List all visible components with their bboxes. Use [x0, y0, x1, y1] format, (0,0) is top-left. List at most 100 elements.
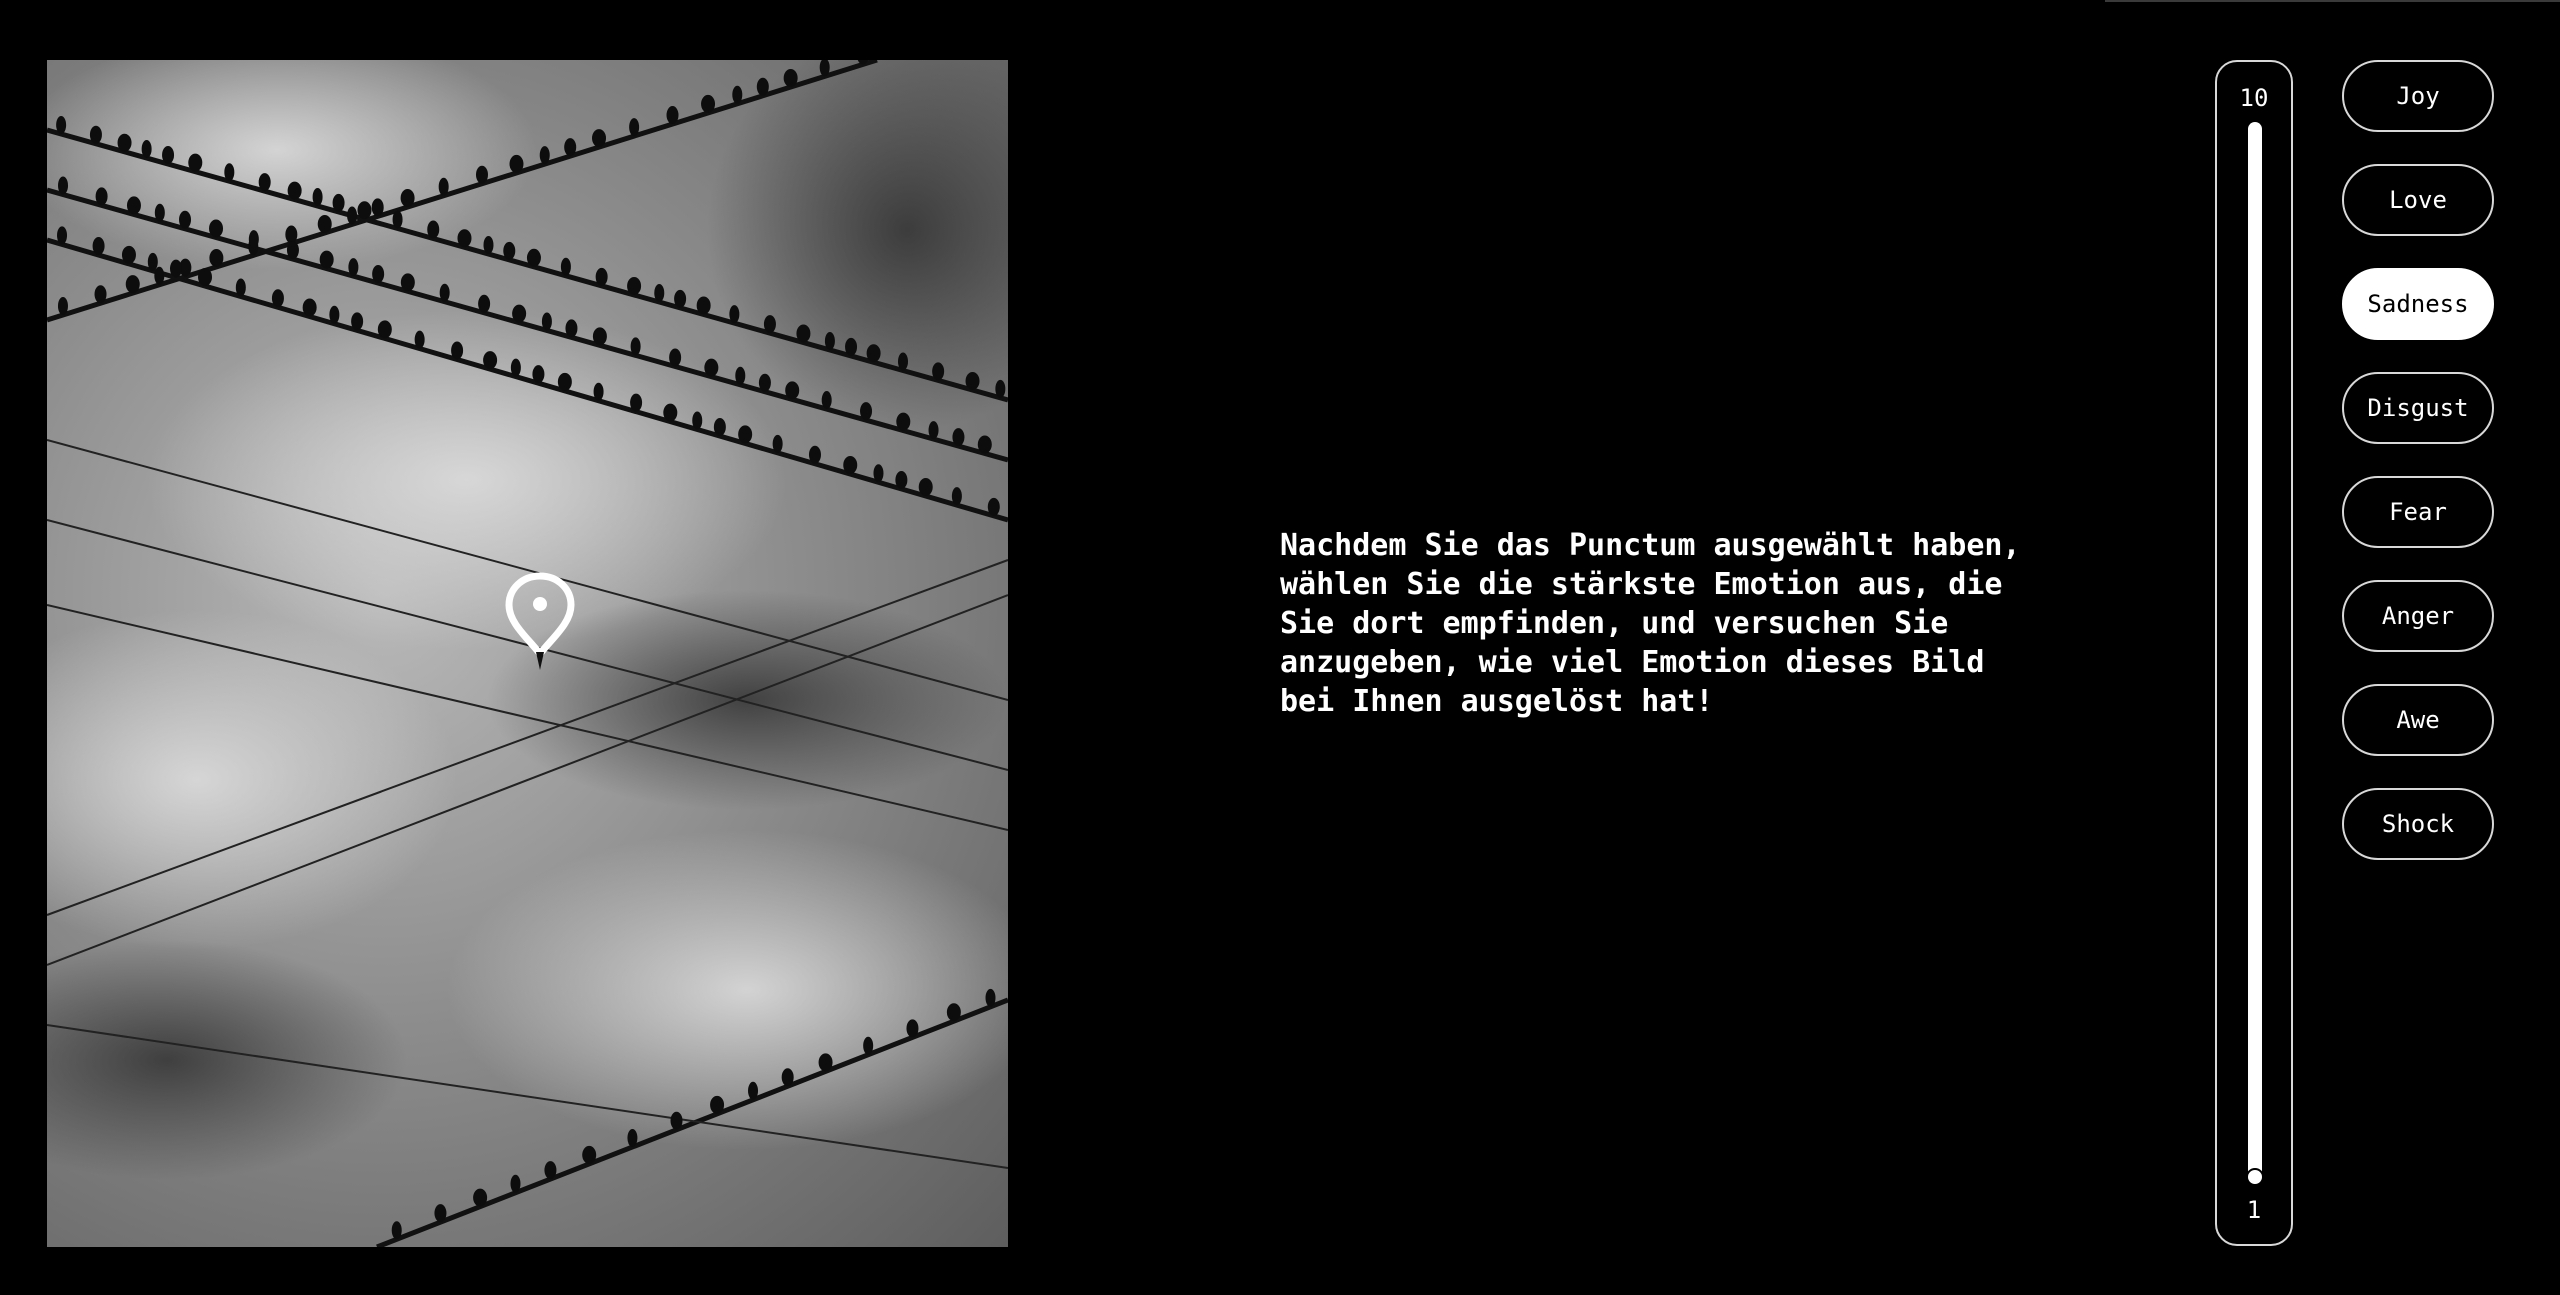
bird-silhouette	[629, 118, 640, 137]
slider-thumb[interactable]	[2246, 1168, 2264, 1186]
bird-silhouette	[738, 425, 753, 444]
bird-silhouette	[235, 278, 246, 297]
bird-silhouette	[434, 1204, 447, 1223]
bird-silhouette	[735, 366, 746, 385]
bird-silhouette	[952, 428, 965, 447]
bird-silhouette	[198, 268, 213, 287]
bird-silhouette	[179, 210, 192, 229]
bird-silhouette	[319, 250, 334, 269]
bird-silhouette	[756, 77, 769, 96]
bird-silhouette	[451, 341, 464, 360]
bird-silhouette	[701, 94, 716, 113]
emotion-disgust-button[interactable]: Disgust	[2342, 372, 2494, 444]
bird-silhouette	[271, 289, 284, 308]
top-divider	[2105, 0, 2560, 2]
bird-silhouette	[539, 146, 550, 165]
bird-silhouette	[162, 146, 175, 165]
bird-silhouette	[772, 434, 783, 453]
slider-max-label: 10	[2239, 84, 2269, 112]
bird-silhouette	[58, 176, 69, 195]
bird-silhouette	[896, 412, 911, 431]
bird-silhouette	[713, 418, 726, 437]
bird-silhouette	[377, 320, 392, 339]
bird-silhouette	[873, 464, 884, 483]
bird-silhouette	[258, 173, 271, 192]
bird-silhouette	[121, 245, 136, 264]
bird-silhouette	[285, 225, 298, 244]
instruction-text: Nachdem Sie das Punctum ausgewählt haben…	[1280, 528, 2021, 719]
bird-silhouette	[630, 393, 643, 412]
bird-silhouette	[565, 319, 578, 338]
bird-silhouette	[928, 421, 939, 440]
bird-silhouette	[512, 304, 527, 323]
slider-track[interactable]	[2248, 122, 2262, 1182]
bird-silhouette	[154, 266, 165, 285]
bird-silhouette	[457, 229, 472, 248]
bird-silhouette	[845, 337, 858, 356]
bird-silhouette	[951, 487, 962, 506]
bird-silhouette	[557, 372, 572, 391]
bird-silhouette	[287, 181, 302, 200]
bird-silhouette	[818, 1053, 833, 1072]
bird-silhouette	[400, 189, 415, 208]
bird-silhouette	[224, 163, 235, 182]
emotion-intensity-slider[interactable]: 10 1	[2215, 60, 2293, 1246]
bird-silhouette	[783, 69, 798, 88]
bird-silhouette	[906, 1019, 919, 1038]
bird-silhouette	[670, 1111, 683, 1130]
emotion-fear-button[interactable]: Fear	[2342, 476, 2494, 548]
bird-silhouette	[824, 331, 835, 350]
bird-silhouette	[483, 236, 494, 255]
photo-birds-on-wires[interactable]	[47, 60, 1008, 1247]
bird-silhouette	[57, 297, 68, 315]
bird-silhouette	[763, 315, 776, 334]
emotion-shock-button[interactable]: Shock	[2342, 788, 2494, 860]
emotion-love-button[interactable]: Love	[2342, 164, 2494, 236]
bird-silhouette	[965, 372, 980, 391]
bird-silhouette	[372, 265, 385, 284]
bird-silhouette	[89, 125, 102, 144]
bird-silhouette	[985, 988, 996, 1007]
bird-silhouette	[918, 478, 933, 497]
bird-silhouette	[544, 1161, 557, 1180]
emotion-joy-button[interactable]: Joy	[2342, 60, 2494, 132]
bird-silhouette	[758, 373, 771, 392]
emotion-awe-button[interactable]: Awe	[2342, 684, 2494, 756]
bird-silhouette	[473, 1188, 488, 1207]
bird-silhouette	[696, 296, 711, 315]
bird-silhouette	[593, 382, 604, 401]
emotion-sadness-button[interactable]: Sadness	[2342, 268, 2494, 340]
bird-silhouette	[56, 115, 67, 134]
bird-silhouette	[478, 294, 491, 313]
bird-silhouette	[995, 379, 1006, 398]
bird-silhouette	[821, 391, 832, 410]
bird-silhouette	[532, 365, 545, 384]
slider-min-label: 1	[2246, 1196, 2262, 1224]
bird-silhouette	[147, 252, 158, 271]
bird-silhouette	[351, 312, 364, 331]
bird-silhouette	[348, 258, 359, 277]
punctum-marker-icon[interactable]	[505, 572, 575, 670]
bird-silhouette	[674, 289, 687, 308]
bird-silhouette	[627, 1129, 638, 1148]
bird-silhouette	[669, 348, 682, 367]
bird-silhouette	[154, 203, 165, 222]
bird-silhouette	[592, 327, 607, 346]
bird-silhouette	[510, 1174, 521, 1193]
bird-silhouette	[710, 1095, 725, 1114]
bird-silhouette	[748, 1081, 759, 1100]
bird-silhouette	[663, 403, 678, 422]
bird-silhouette	[560, 257, 571, 276]
bird-silhouette	[141, 139, 152, 158]
bird-silhouette	[946, 1003, 961, 1022]
emotion-anger-button[interactable]: Anger	[2342, 580, 2494, 652]
bird-silhouette	[332, 193, 345, 212]
bird-silhouette	[438, 177, 449, 196]
bird-silhouette	[541, 312, 552, 331]
bird-silhouette	[209, 248, 224, 267]
bird-silhouette	[248, 230, 259, 249]
bird-silhouette	[329, 305, 340, 324]
bird-silhouette	[866, 344, 881, 363]
bird-silhouette	[582, 1145, 597, 1164]
bird-silhouette	[57, 226, 68, 245]
